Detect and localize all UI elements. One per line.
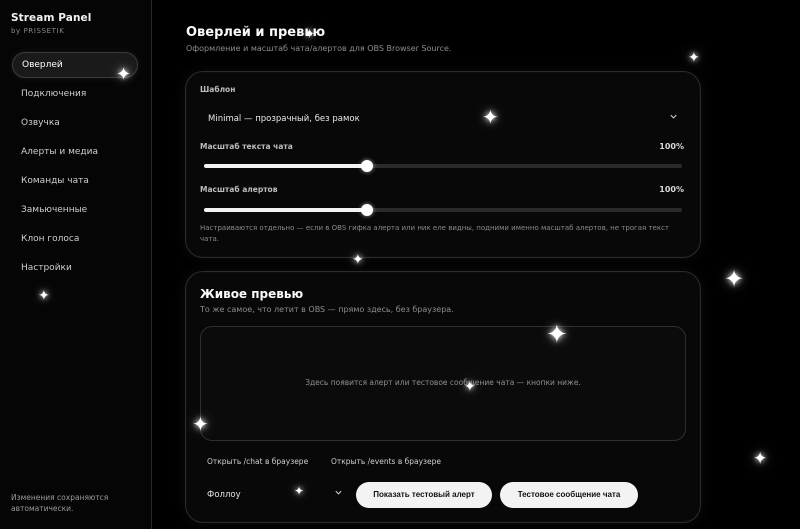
- page-subtitle: Оформление и масштаб чата/алертов для OB…: [186, 44, 452, 53]
- event-type-select[interactable]: Фоллоу: [200, 483, 346, 507]
- chevron-down-icon: [334, 483, 343, 507]
- test-message-button[interactable]: Тестовое сообщение чата: [500, 482, 638, 508]
- chat-scale-value: 100%: [659, 142, 684, 151]
- preview-title: Живое превью: [200, 287, 304, 301]
- sidebar-item-voice-clone[interactable]: Клон голоса: [12, 226, 138, 252]
- preview-subtitle: То же самое, что летит в OBS — прямо зде…: [200, 305, 454, 314]
- chat-scale-slider-fill: [204, 164, 367, 168]
- main-content: Оверлей и превью Оформление и масштаб ча…: [153, 0, 800, 529]
- alert-scale-label: Масштаб алертов: [200, 185, 278, 194]
- sidebar-nav: Оверлей Подключения Озвучка Алерты и мед…: [12, 52, 138, 284]
- preview-area: Здесь появится алерт или тестовое сообще…: [200, 326, 686, 441]
- chat-scale-slider[interactable]: [204, 160, 682, 172]
- test-alert-button[interactable]: Показать тестовый алерт: [356, 482, 492, 508]
- page-title: Оверлей и превью: [186, 25, 326, 40]
- sidebar-item-chat-commands[interactable]: Команды чата: [12, 168, 138, 194]
- template-select-value: Minimal — прозрачный, без рамок: [208, 114, 360, 124]
- alert-scale-slider-knob[interactable]: [360, 204, 373, 216]
- chat-scale-slider-knob[interactable]: [360, 160, 373, 172]
- sidebar-item-voice[interactable]: Озвучка: [12, 110, 138, 136]
- autosave-note: Изменения сохраняются автоматически.: [11, 493, 109, 513]
- scale-hint: Настраиваются отдельно — если в OBS гифк…: [200, 224, 669, 243]
- sidebar-item-settings[interactable]: Настройки: [12, 255, 138, 281]
- brand-subtitle: by PRISSETIK: [11, 27, 65, 35]
- sidebar: Stream Panel by PRISSETIK Оверлей Подклю…: [0, 0, 152, 529]
- sidebar-item-muted[interactable]: Замьюченные: [12, 197, 138, 223]
- preview-placeholder: Здесь появится алерт или тестовое сообще…: [305, 378, 581, 387]
- template-label: Шаблон: [200, 85, 236, 94]
- open-events-link[interactable]: Открыть /events в браузере: [331, 457, 441, 466]
- chat-scale-label: Масштаб текста чата: [200, 142, 293, 151]
- alert-scale-value: 100%: [659, 185, 684, 194]
- sidebar-item-connections[interactable]: Подключения: [12, 81, 138, 107]
- sidebar-item-overlay[interactable]: Оверлей: [12, 52, 138, 78]
- brand-title: Stream Panel: [11, 12, 92, 24]
- event-type-value: Фоллоу: [207, 490, 241, 500]
- template-select[interactable]: Minimal — прозрачный, без рамок: [200, 108, 684, 130]
- alert-scale-slider[interactable]: [204, 204, 682, 216]
- open-chat-link[interactable]: Открыть /chat в браузере: [207, 457, 308, 466]
- alert-scale-slider-fill: [204, 208, 367, 212]
- template-settings-card: Шаблон Minimal — прозрачный, без рамок М…: [185, 71, 701, 258]
- sidebar-item-alerts-media[interactable]: Алерты и медиа: [12, 139, 138, 165]
- chevron-down-icon: [669, 108, 678, 130]
- brand: Stream Panel by PRISSETIK: [11, 12, 91, 35]
- live-preview-card: Живое превью То же самое, что летит в OB…: [185, 271, 701, 523]
